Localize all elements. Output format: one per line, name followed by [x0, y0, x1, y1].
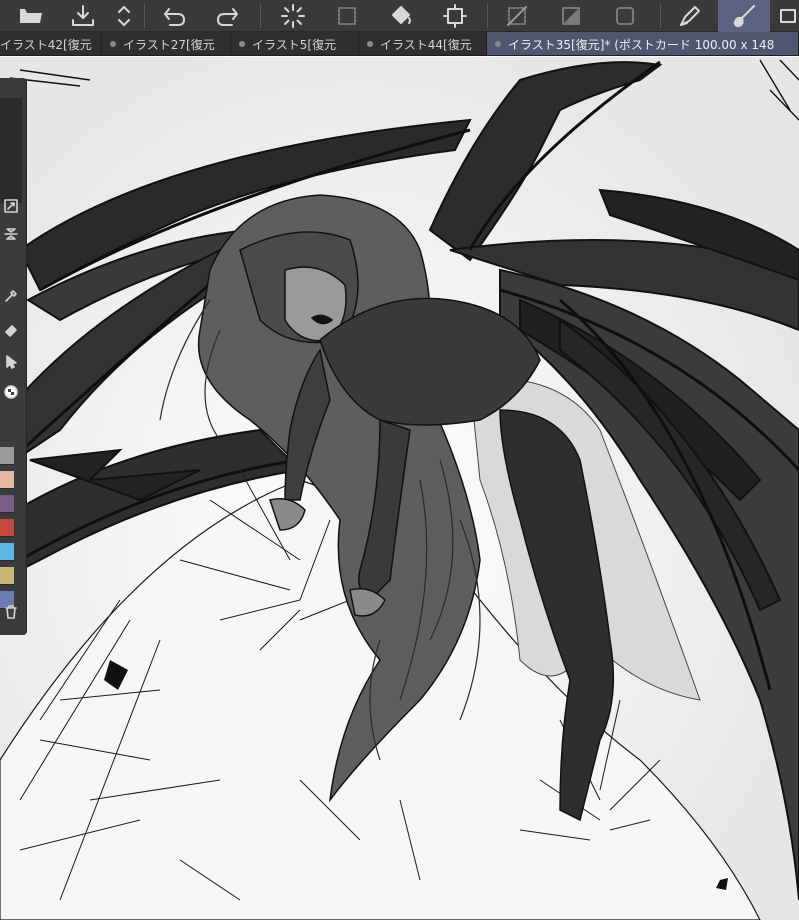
redo-icon[interactable] [210, 0, 244, 32]
color-swatch-red[interactable] [0, 519, 14, 537]
transparent-color-icon[interactable] [0, 380, 22, 404]
tab-dot-icon [367, 41, 373, 47]
color-swatch-skin[interactable] [0, 471, 14, 489]
brush-tool-icon[interactable] [718, 0, 770, 32]
toolbar-divider [487, 4, 488, 28]
selection-tool-icon[interactable] [0, 350, 22, 374]
document-tab-bar: イラスト42[復元 イラスト27[復元 イラスト5[復元 イラスト44[復元 イ… [0, 32, 799, 56]
tab-label: イラスト27[復元 [123, 37, 215, 52]
transform-selection-icon[interactable] [330, 0, 364, 32]
toolbar-divider [144, 4, 145, 28]
toolbar-divider [660, 4, 661, 28]
tab-label: イラスト35[復元]* (ポストカード 100.00 x 148 [508, 37, 775, 52]
navigator-preview [0, 98, 22, 203]
tab-dot-icon [110, 41, 116, 47]
left-tool-panel [0, 78, 27, 635]
loading-spinner-icon[interactable] [276, 0, 310, 32]
artwork-illustration [0, 57, 799, 920]
eyedropper-icon[interactable] [0, 284, 22, 308]
fill-icon[interactable] [384, 0, 418, 32]
tab-illust-42[interactable]: イラスト42[復元 [0, 32, 102, 55]
tab-illust-44[interactable]: イラスト44[復元 [359, 32, 487, 55]
drawing-canvas[interactable] [0, 57, 799, 920]
tab-label: イラスト44[復元 [380, 37, 472, 52]
canvas-size-icon[interactable] [438, 0, 472, 32]
tone-icon[interactable] [554, 0, 588, 32]
flip-vertical-icon[interactable] [0, 222, 22, 246]
fit-canvas-icon[interactable] [0, 194, 22, 218]
pen-tool-icon[interactable] [670, 0, 710, 32]
tab-label: イラスト5[復元 [252, 37, 337, 52]
tab-label: イラスト42[復元 [0, 37, 92, 52]
updown-icon[interactable] [110, 0, 138, 32]
tab-illust-27[interactable]: イラスト27[復元 [102, 32, 231, 55]
hide-selection-icon[interactable] [500, 0, 534, 32]
color-swatch-khaki[interactable] [0, 567, 14, 585]
toolbar-divider [260, 4, 261, 28]
layer-icon[interactable] [608, 0, 642, 32]
undo-icon[interactable] [158, 0, 192, 32]
color-swatch-gray[interactable] [0, 447, 14, 465]
command-bar [0, 0, 799, 32]
app-window: イラスト42[復元 イラスト27[復元 イラスト5[復元 イラスト44[復元 イ… [0, 0, 799, 920]
open-folder-icon[interactable] [14, 0, 48, 32]
eraser-icon[interactable] [0, 318, 22, 342]
tab-dot-icon [495, 41, 501, 47]
color-swatch-purple[interactable] [0, 495, 14, 513]
tab-illust-35-active[interactable]: イラスト35[復元]* (ポストカード 100.00 x 148 [487, 32, 799, 55]
color-swatch-blue[interactable] [0, 543, 14, 561]
tab-dot-icon [239, 41, 245, 47]
trash-icon[interactable] [0, 600, 22, 624]
tab-illust-5[interactable]: イラスト5[復元 [231, 32, 359, 55]
more-tool-icon[interactable] [774, 0, 799, 32]
save-icon[interactable] [66, 0, 100, 32]
